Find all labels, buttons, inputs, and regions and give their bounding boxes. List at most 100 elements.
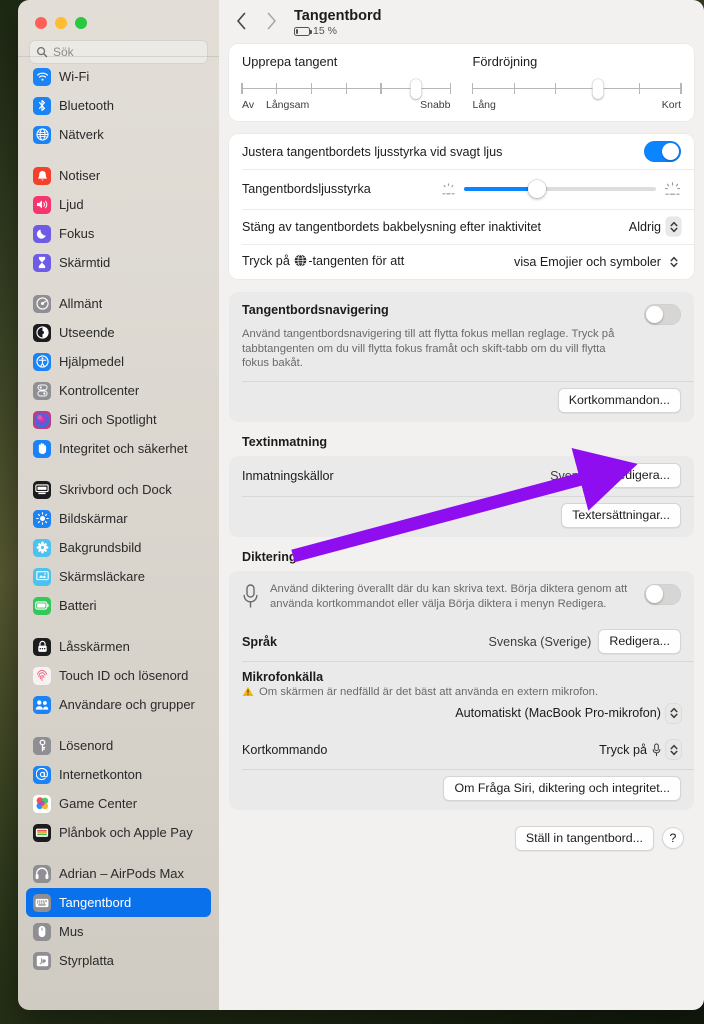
sidebar-item-label: Internetkonton: [59, 767, 143, 782]
delay-tick-labels: Lång Kort: [473, 99, 682, 113]
dictation-toggle[interactable]: [644, 583, 681, 605]
sidebar-item-touch-id-och-losenord[interactable]: Touch ID och lösenord: [26, 661, 211, 690]
minimize-button[interactable]: [55, 17, 67, 29]
input-sources-edit-button[interactable]: Redigera...: [598, 463, 681, 488]
delay-slider[interactable]: [471, 79, 682, 99]
sidebar-item-label: Användare och grupper: [59, 697, 195, 712]
desktop-background: Wi-Fi Bluetooth Nätverk Notiser Ljud Fokus Skä…: [0, 0, 704, 1024]
sidebar-item-skarmslackare[interactable]: Skärmsläckare: [26, 562, 211, 591]
sidebar-item-label: Skärmsläckare: [59, 569, 145, 584]
text-input-card: Inmatningskällor Svensk Redigera... Text…: [229, 455, 694, 537]
brightness-high-icon: [665, 181, 680, 195]
keyboard-navigation-toggle[interactable]: [644, 304, 681, 325]
dictation-toggle-row: Använd diktering överallt där du kan skr…: [229, 571, 694, 623]
sidebar-item-kontrollcenter[interactable]: Kontrollcenter: [26, 376, 211, 405]
sidebar-item-planbok-och-apple-pay[interactable]: Plånbok och Apple Pay: [26, 818, 211, 847]
sidebar-item-fokus[interactable]: Fokus: [26, 219, 211, 248]
sidebar-item-label: Plånbok och Apple Pay: [59, 825, 193, 840]
dictation-description: Använd diktering överallt där du kan skr…: [270, 582, 628, 610]
sidebar-item-game-center[interactable]: Game Center: [26, 789, 211, 818]
sidebar-item-losenord[interactable]: Lösenord: [26, 731, 211, 760]
sidebar-item-hjalpmedel[interactable]: Hjälpmedel: [26, 347, 211, 376]
label-long: Lång: [472, 99, 496, 111]
dictation-shortcut-popup[interactable]: Tryck på: [599, 740, 681, 759]
detail-content: Upprepa tangent Av Långsam Snabb Fördröj…: [219, 44, 704, 851]
passwords-key-icon: [33, 736, 51, 755]
key-repeat-sliders: Upprepa tangent Av Långsam Snabb Fördröj…: [229, 44, 694, 121]
headphones-icon: [33, 864, 51, 883]
help-button[interactable]: ?: [662, 827, 684, 849]
row-input-sources: Inmatningskällor Svensk Redigera...: [229, 456, 694, 496]
repeat-rate-slider[interactable]: [241, 79, 452, 99]
sidebar-item-integritet-och-sakerhet[interactable]: Integritet och säkerhet: [26, 434, 211, 463]
sidebar-item-tangentbord[interactable]: Tangentbord: [26, 888, 211, 917]
general-gear-icon: [33, 294, 51, 313]
shortcuts-button[interactable]: Kortkommandon...: [557, 387, 681, 413]
sidebar-nav-list[interactable]: Wi-Fi Bluetooth Nätverk Notiser Ljud Fokus Skä…: [18, 56, 219, 1010]
sidebar-group: Lösenord Internetkonton Game Center Plånbok…: [26, 731, 211, 847]
repeat-rate-slider-group: Upprepa tangent Av Långsam Snabb: [241, 54, 452, 113]
microphone-source-value: Automatiskt (MacBook Pro-mikrofon): [455, 706, 661, 720]
globe-key-popup[interactable]: visa Emojier och symboler: [514, 252, 681, 271]
forward-button[interactable]: [257, 7, 285, 35]
sidebar-divider: [18, 56, 219, 57]
zoom-button[interactable]: [75, 17, 87, 29]
sidebar-item-label: Game Center: [59, 796, 138, 811]
sidebar-group: Notiser Ljud Fokus Skärmtid: [26, 161, 211, 277]
sidebar-item-siri-och-spotlight[interactable]: Siri och Spotlight: [26, 405, 211, 434]
sidebar-item-ljud[interactable]: Ljud: [26, 190, 211, 219]
about-siri-button[interactable]: Om Fråga Siri, diktering och integritet.…: [443, 775, 681, 801]
slider-knob[interactable]: [527, 180, 546, 198]
sidebar-item-allmant[interactable]: Allmänt: [26, 289, 211, 318]
keyboard-brightness-slider[interactable]: [464, 180, 656, 198]
sidebar-item-skrivbord-och-dock[interactable]: Skrivbord och Dock: [26, 475, 211, 504]
globe-icon: [294, 253, 307, 270]
sidebar-item-mus[interactable]: Mus: [26, 917, 211, 946]
page-title-block: Tangentbord 15 %: [294, 8, 382, 37]
setup-keyboard-button[interactable]: Ställ in tangentbord...: [514, 825, 654, 851]
sidebar-item-skarmtid[interactable]: Skärmtid: [26, 248, 211, 277]
sidebar-item-lasskarmen[interactable]: Låsskärmen: [26, 632, 211, 661]
detail-footer: Ställ in tangentbord... ?: [229, 823, 694, 851]
about-siri-row: Om Fråga Siri, diktering och integritet.…: [229, 768, 694, 810]
sidebar-group: Skrivbord och Dock Bildskärmar Bakgrundsbi…: [26, 475, 211, 620]
users-groups-icon: [33, 695, 51, 714]
slider-knob[interactable]: [410, 79, 422, 99]
sidebar-item-adrian-airpods-max[interactable]: Adrian – AirPods Max: [26, 859, 211, 888]
sidebar-item-bildskarmar[interactable]: Bildskärmar: [26, 504, 211, 533]
page-title: Tangentbord: [294, 8, 382, 24]
backlight-timeout-popup[interactable]: Aldrig: [629, 217, 681, 236]
sidebar-item-bakgrundsbild[interactable]: Bakgrundsbild: [26, 533, 211, 562]
sidebar-item-batteri[interactable]: Batteri: [26, 591, 211, 620]
key-repeat-card: Upprepa tangent Av Långsam Snabb Fördröj…: [229, 44, 694, 121]
backlight-timeout-label: Stäng av tangentbordets bakbelysning eft…: [242, 219, 541, 234]
row-dictation-shortcut: Kortkommando Tryck på: [229, 731, 694, 769]
sidebar-item-notiser[interactable]: Notiser: [26, 161, 211, 190]
slider-tick: [471, 83, 474, 94]
close-button[interactable]: [35, 17, 47, 29]
control-center-icon: [33, 381, 51, 400]
sidebar-item-anvandare-och-grupper[interactable]: Användare och grupper: [26, 690, 211, 719]
sidebar-item-label: Fokus: [59, 226, 95, 241]
sidebar-item-wi-fi[interactable]: Wi-Fi: [26, 62, 211, 91]
battery-icon: [294, 26, 312, 36]
sidebar-item-bluetooth[interactable]: Bluetooth: [26, 91, 211, 120]
auto-brightness-toggle[interactable]: [644, 141, 681, 162]
back-button[interactable]: [227, 7, 255, 35]
sidebar-item-label: Wi-Fi: [59, 69, 90, 84]
label-short: Kort: [661, 99, 681, 111]
sidebar-item-label: Låsskärmen: [59, 639, 130, 654]
text-replacements-button[interactable]: Textersättningar...: [561, 502, 681, 528]
sidebar-item-natverk[interactable]: Nätverk: [26, 120, 211, 149]
microphone-warning: Om skärmen är nedfälld är det bäst att a…: [242, 686, 681, 698]
label-slow: Långsam: [266, 99, 310, 111]
sidebar-item-utseende[interactable]: Utseende: [26, 318, 211, 347]
dictation-language-edit-button[interactable]: Redigera...: [598, 629, 681, 654]
dictation-language-label: Språk: [242, 634, 278, 649]
battery-icon: [33, 596, 51, 615]
slider-knob[interactable]: [592, 79, 604, 99]
microphone-source-popup[interactable]: Automatiskt (MacBook Pro-mikrofon): [455, 703, 681, 723]
microphone-icon: [243, 583, 258, 608]
sidebar-item-styrplatta[interactable]: Styrplatta: [26, 946, 211, 975]
sidebar-item-internetkonton[interactable]: Internetkonton: [26, 760, 211, 789]
